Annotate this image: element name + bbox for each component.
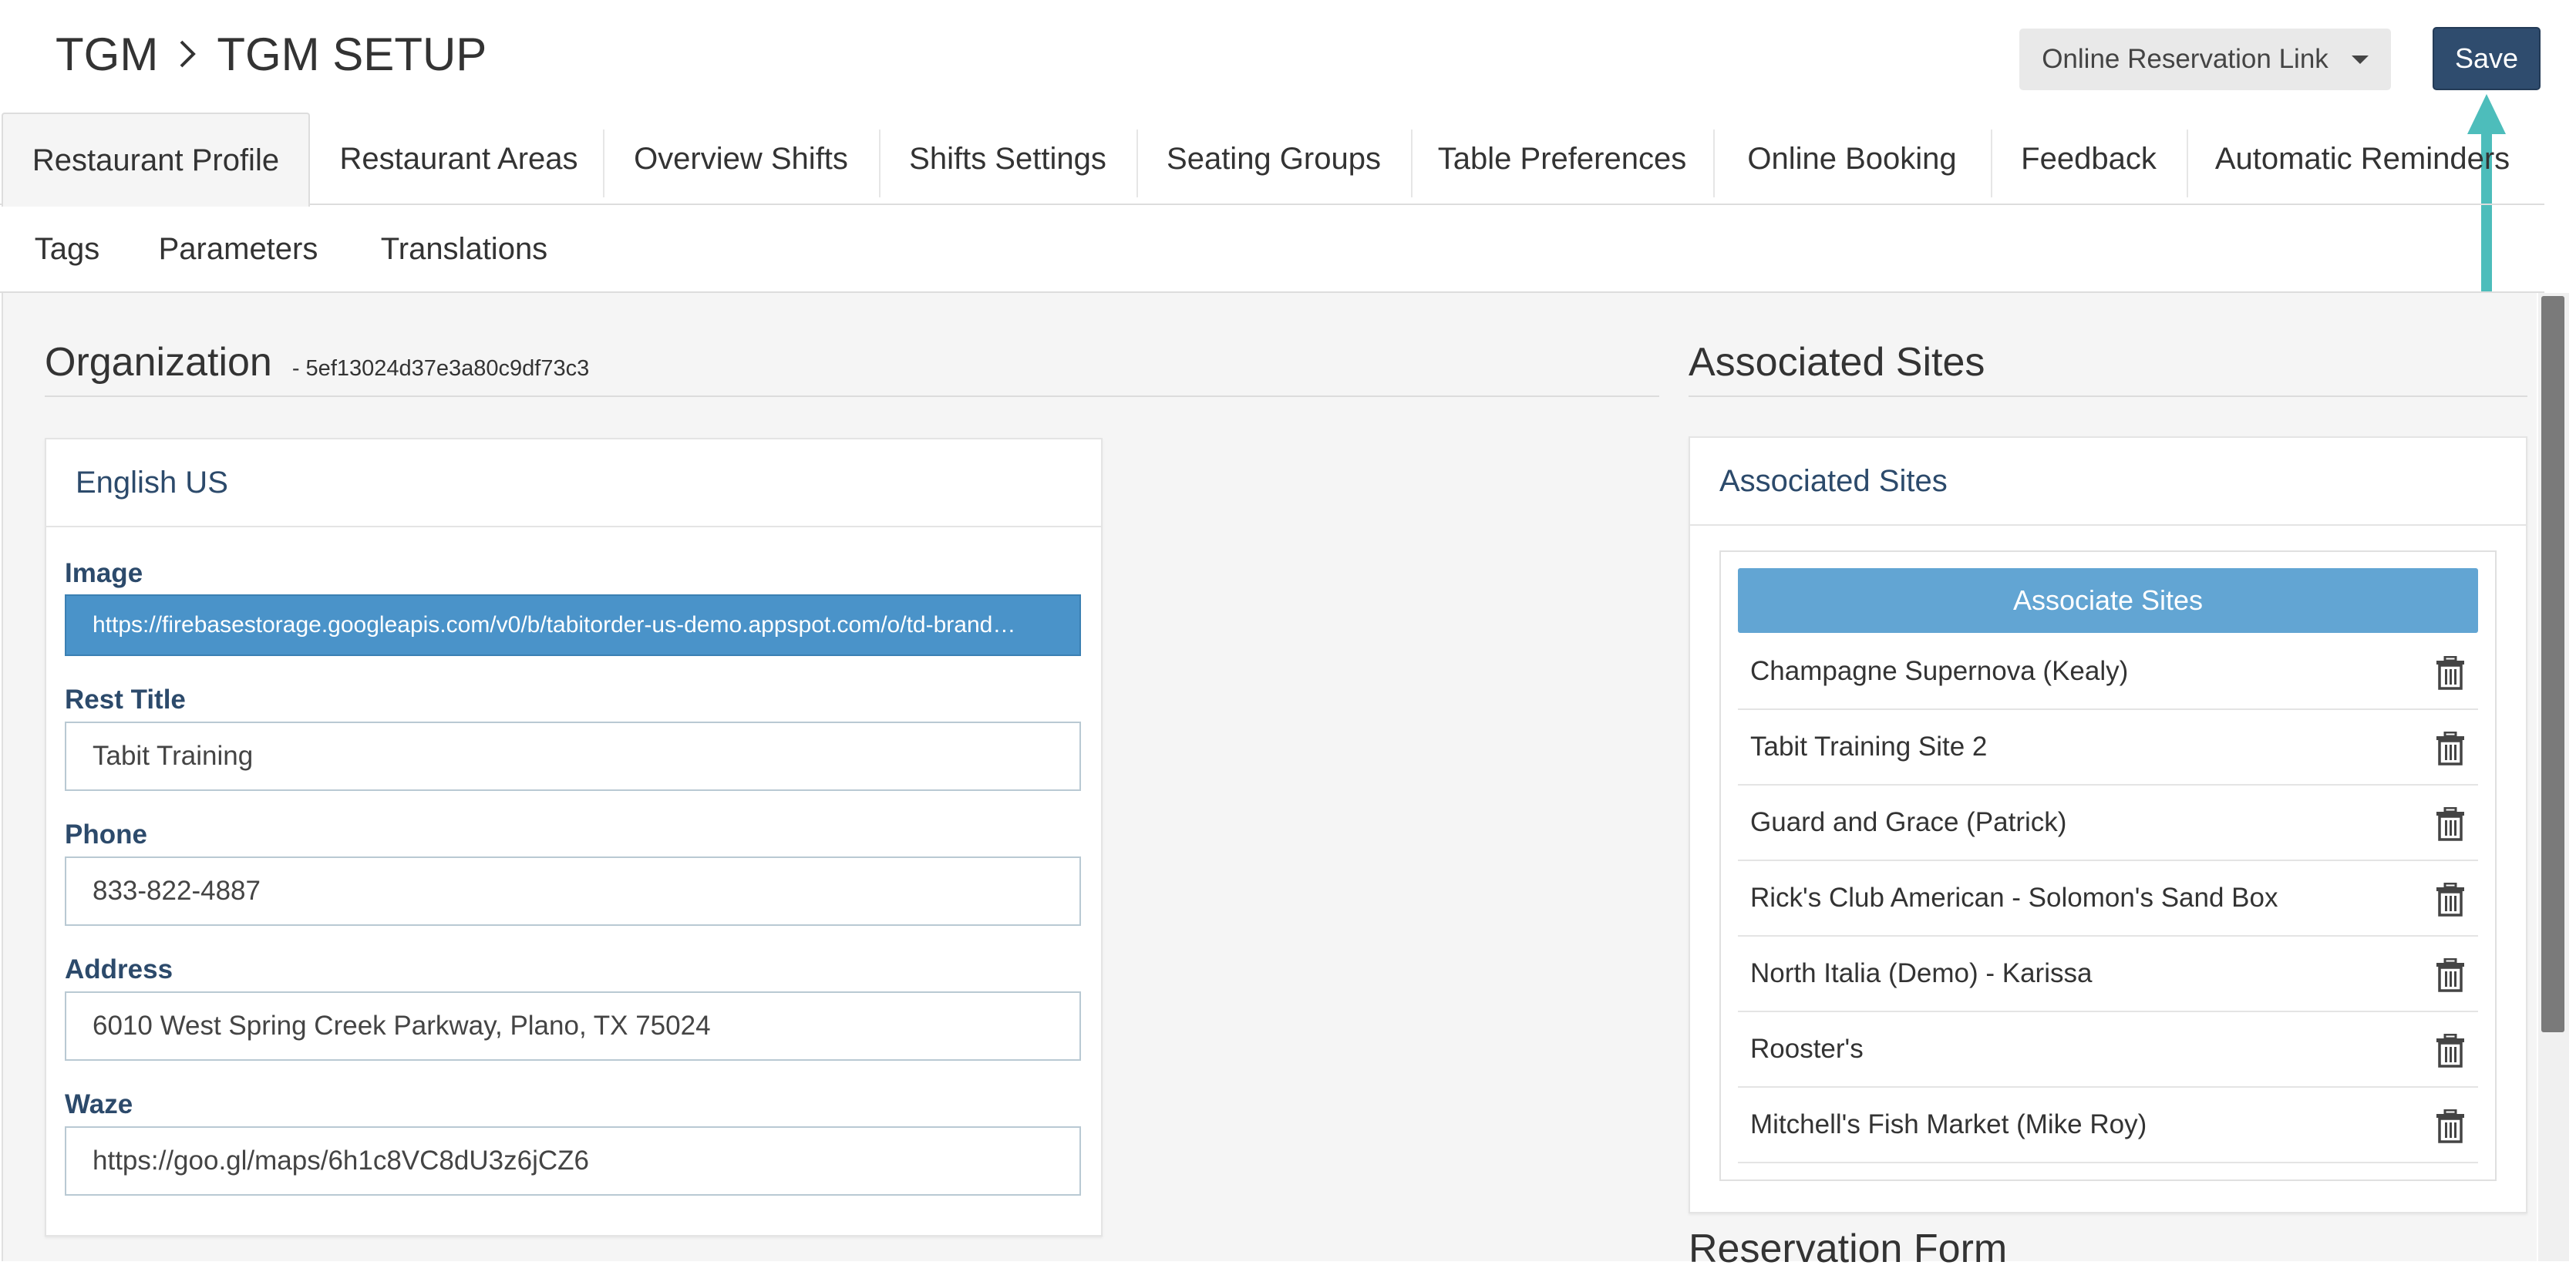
tab-shifts-settings[interactable]: Shifts Settings <box>881 113 1135 205</box>
associated-sites-card-title: Associated Sites <box>1690 438 2526 526</box>
site-row: Rooster's <box>1738 1012 2478 1088</box>
waze-field[interactable]: https://goo.gl/maps/6h1c8VC8dU3z6jCZ6 <box>65 1126 1081 1196</box>
tab-automatic-reminders[interactable]: Automatic Reminders <box>2188 113 2537 205</box>
profile-card: English US <box>45 438 1103 1237</box>
site-name: Mitchell's Fish Market (Mike Roy) <box>1750 1109 2147 1139</box>
phone-label: Phone <box>65 819 147 850</box>
breadcrumb-root[interactable]: TGM <box>56 28 158 81</box>
trash-icon[interactable] <box>2435 656 2466 690</box>
trash-icon[interactable] <box>2435 883 2466 917</box>
site-name: Tabit Training Site 2 <box>1750 732 1988 762</box>
trash-icon[interactable] <box>2435 1034 2466 1068</box>
tab-overview-shifts[interactable]: Overview Shifts <box>604 113 877 205</box>
image-field[interactable]: https://firebasestorage.googleapis.com/v… <box>65 594 1081 656</box>
tab-tags[interactable]: Tags <box>2 205 133 293</box>
tab-feedback[interactable]: Feedback <box>1992 113 2185 205</box>
tab-restaurant-profile[interactable]: Restaurant Profile <box>2 113 310 207</box>
tab-translations[interactable]: Translations <box>345 205 583 293</box>
associated-sites-heading: Associated Sites <box>1689 340 1985 385</box>
trash-icon[interactable] <box>2435 958 2466 992</box>
tab-online-booking[interactable]: Online Booking <box>1715 113 1989 205</box>
trash-icon[interactable] <box>2435 807 2466 841</box>
trash-icon[interactable] <box>2435 1109 2466 1143</box>
site-row: Tabit Training Site 2 <box>1738 710 2478 786</box>
trash-icon[interactable] <box>2435 732 2466 766</box>
image-label: Image <box>65 558 143 588</box>
chevron-right-icon <box>178 39 197 69</box>
site-row: Rick's Club American - Solomon's Sand Bo… <box>1738 861 2478 937</box>
save-button[interactable]: Save <box>2433 27 2541 90</box>
site-row: Guard and Grace (Patrick) <box>1738 786 2478 861</box>
breadcrumb-current: TGM SETUP <box>217 28 487 80</box>
site-row: North Italia (Demo) - Karissa <box>1738 937 2478 1012</box>
tab-restaurant-areas[interactable]: Restaurant Areas <box>316 113 601 205</box>
site-name: Champagne Supernova (Kealy) <box>1750 656 2129 686</box>
rest-title-label: Rest Title <box>65 685 186 715</box>
organization-id: - 5ef13024d37e3a80c9df73c3 <box>291 356 590 381</box>
organization-title: Organization <box>45 340 272 385</box>
breadcrumb: TGM TGM SETUP <box>56 23 487 85</box>
scrollbar-thumb[interactable] <box>2541 296 2564 1032</box>
organization-divider <box>45 395 1659 397</box>
site-name: Rooster's <box>1750 1034 1864 1064</box>
associated-sites-divider <box>1689 395 2527 397</box>
tab-table-preferences[interactable]: Table Preferences <box>1413 113 1712 205</box>
profile-card-title: English US <box>46 439 1101 527</box>
address-label: Address <box>65 954 173 984</box>
site-name: North Italia (Demo) - Karissa <box>1750 958 2093 988</box>
tab-seating-groups[interactable]: Seating Groups <box>1138 113 1409 205</box>
reservation-form-heading: Reservation Form <box>1689 1227 2008 1271</box>
site-name: Rick's Club American - Solomon's Sand Bo… <box>1750 883 2278 913</box>
tab-parameters[interactable]: Parameters <box>136 205 341 293</box>
associate-sites-button[interactable]: Associate Sites <box>1738 568 2478 633</box>
site-name: Guard and Grace (Patrick) <box>1750 807 2067 837</box>
phone-field[interactable]: 833-822-4887 <box>65 856 1081 926</box>
organization-heading: Organization - 5ef13024d37e3a80c9df73c3 <box>45 339 589 385</box>
site-row: Champagne Supernova (Kealy) <box>1738 634 2478 710</box>
caret-down-icon <box>2351 55 2369 64</box>
address-field[interactable]: 6010 West Spring Creek Parkway, Plano, T… <box>65 991 1081 1061</box>
tab-bar-primary: Restaurant Profile Restaurant Areas Over… <box>0 113 2544 207</box>
waze-label: Waze <box>65 1089 133 1119</box>
reservation-link-label: Online Reservation Link <box>2042 44 2329 74</box>
online-reservation-link-dropdown[interactable]: Online Reservation Link <box>2019 29 2391 90</box>
site-row: Mitchell's Fish Market (Mike Roy) <box>1738 1088 2478 1163</box>
rest-title-field[interactable]: Tabit Training <box>65 722 1081 791</box>
tab-bar-secondary: Tags Parameters Translations <box>0 205 2544 293</box>
